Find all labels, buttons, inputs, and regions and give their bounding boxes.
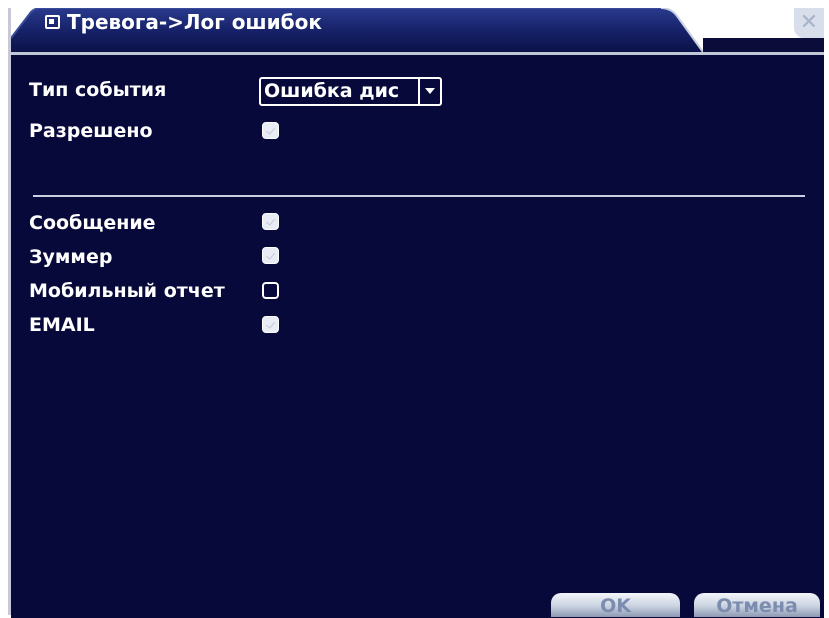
action-label-email: EMAIL xyxy=(29,314,95,336)
buzzer-checkbox[interactable] xyxy=(262,247,279,264)
window-icon xyxy=(45,15,60,29)
mobile-report-checkbox[interactable] xyxy=(262,282,279,299)
event-type-label: Тип события xyxy=(29,79,167,101)
enabled-checkbox[interactable] xyxy=(262,122,279,139)
enabled-label: Разрешено xyxy=(29,120,153,142)
action-label-mobile-report: Мобильный отчет xyxy=(29,280,225,302)
settings-panel: Тип события Ошибка дис Разрешено Сообщен… xyxy=(11,52,824,618)
event-type-value: Ошибка дис xyxy=(264,80,400,102)
alarm-error-log-window: Тревога->Лог ошибок ✕ Тип события Ошибка… xyxy=(8,8,824,618)
title-bar: Тревога->Лог ошибок ✕ xyxy=(11,8,824,52)
action-label-message: Сообщение xyxy=(29,212,156,234)
event-type-select[interactable]: Ошибка дис xyxy=(259,77,442,106)
chevron-down-icon[interactable] xyxy=(418,79,440,104)
ok-button[interactable]: OK xyxy=(551,593,680,617)
message-checkbox[interactable] xyxy=(262,213,279,230)
close-button[interactable]: ✕ xyxy=(794,8,824,38)
action-label-buzzer: Зуммер xyxy=(29,246,113,268)
close-icon: ✕ xyxy=(799,10,819,35)
email-checkbox[interactable] xyxy=(262,316,279,333)
window-title: Тревога->Лог ошибок xyxy=(67,10,322,34)
cancel-button[interactable]: Отмена xyxy=(694,593,820,617)
section-divider xyxy=(33,195,805,197)
